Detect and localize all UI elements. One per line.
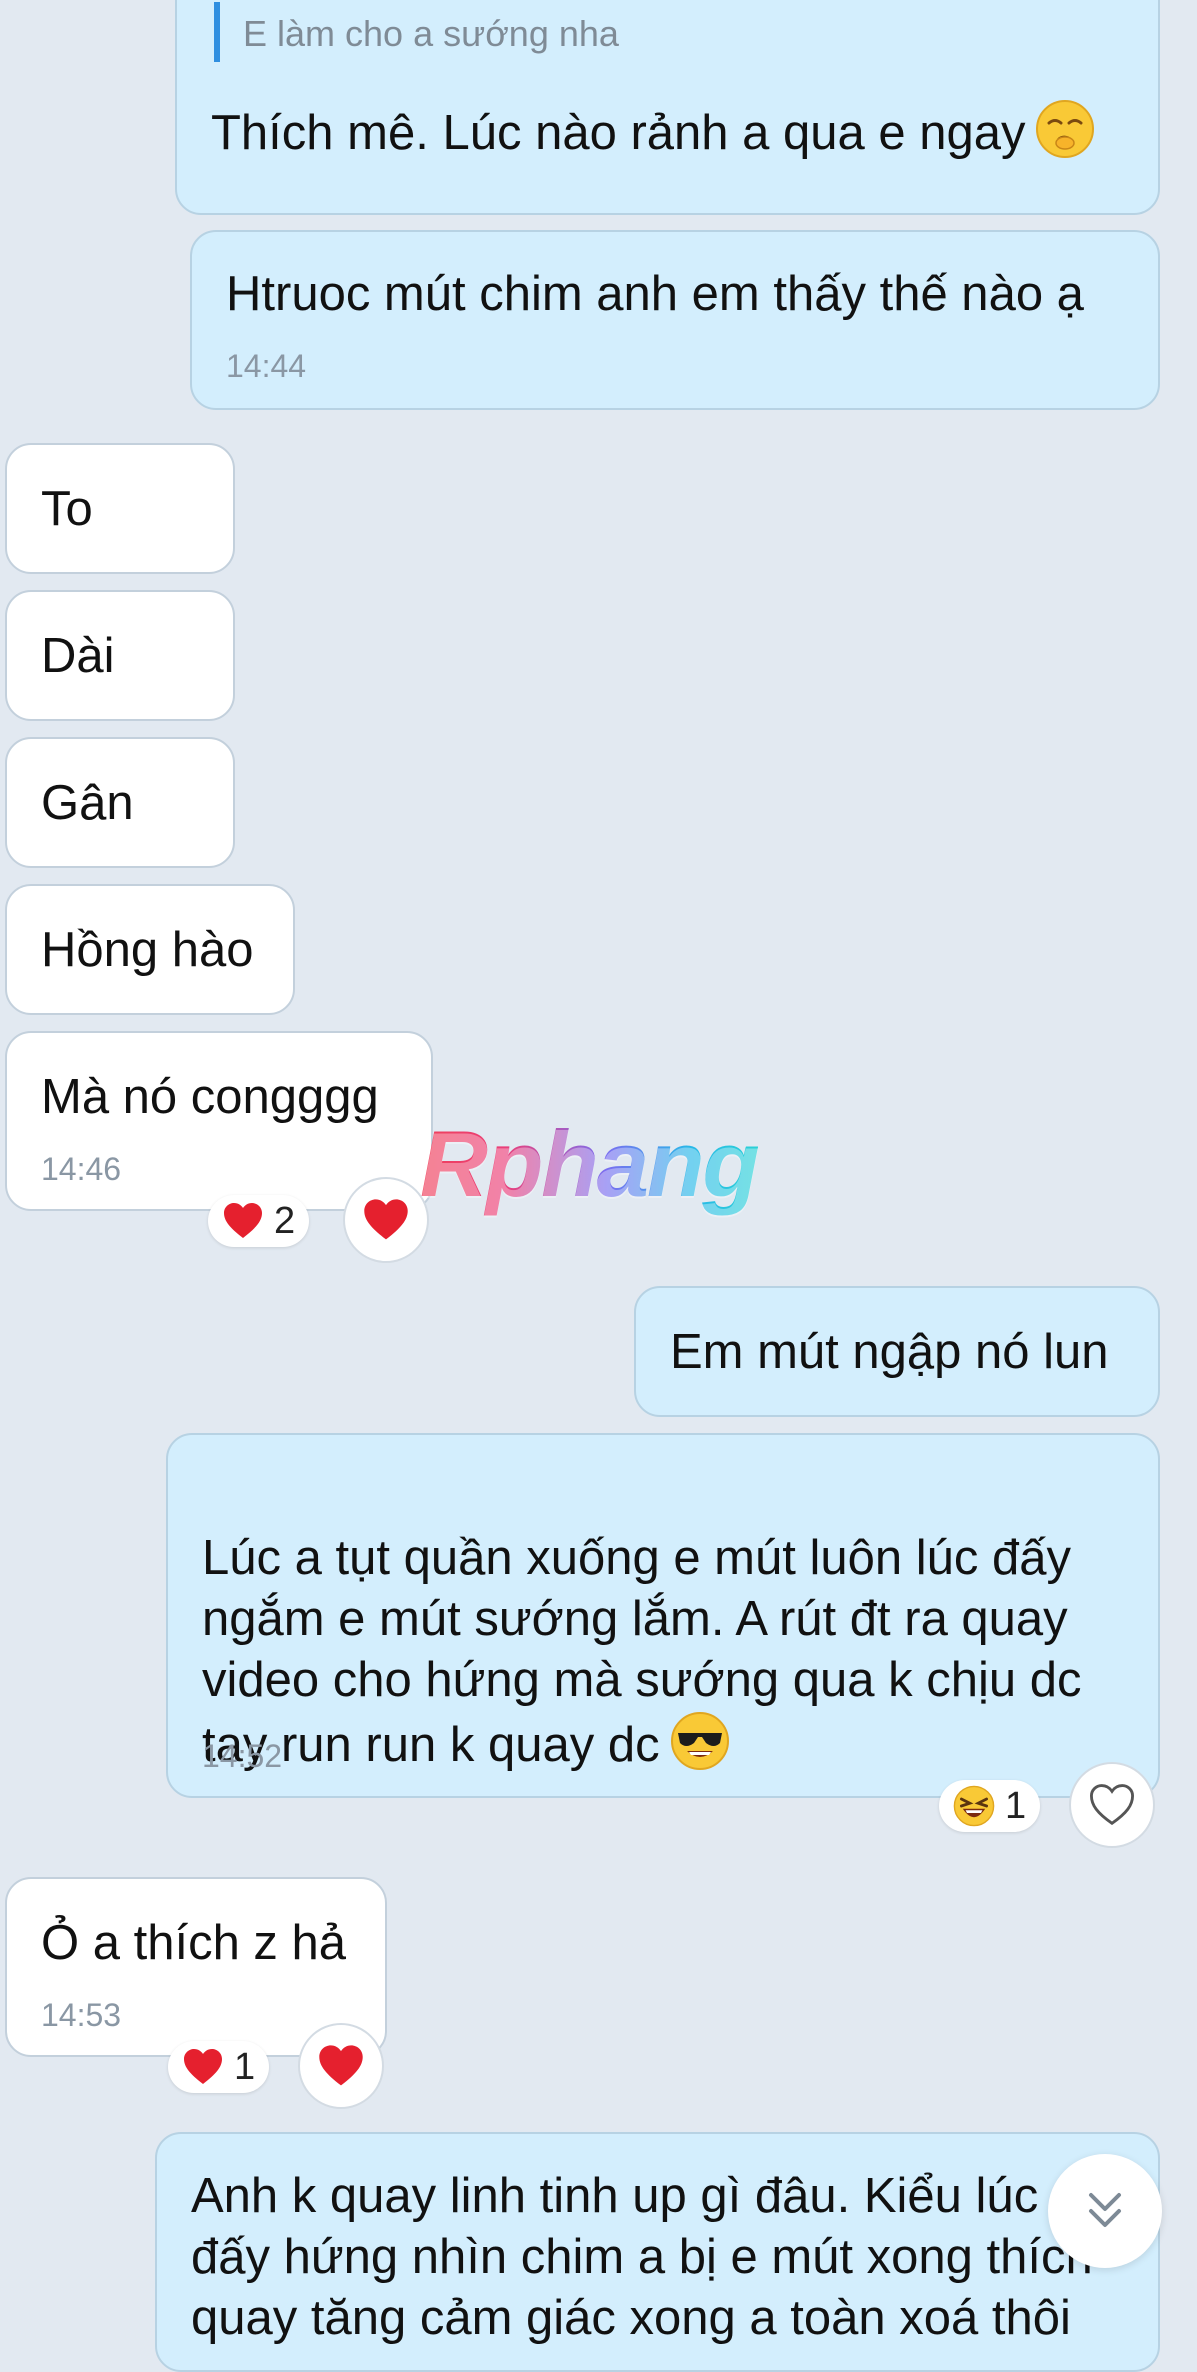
message-text: To (41, 482, 93, 536)
message-text: Htruoc mút chim anh em thấy thế nào ạ (226, 267, 1084, 321)
heart-outline-icon (1089, 1784, 1135, 1826)
message-text-content: Thích mê. Lúc nào rảnh a qua e ngay (211, 106, 1026, 160)
reply-quote-text: E làm cho a sướng nha (243, 13, 619, 54)
message-bubble-outgoing[interactable]: Em mút ngập nó lun (634, 1286, 1160, 1417)
reaction-count: 2 (274, 1199, 296, 1242)
message-text: Hồng hào (41, 923, 254, 977)
message-text: Lúc a tụt quần xuống e mút luôn lúc đấy … (202, 1467, 1128, 1776)
smirking-face-emoji (1036, 100, 1095, 158)
message-text-content: Lúc a tụt quần xuống e mút luôn lúc đấy … (202, 1531, 1082, 1772)
message-text: Dài (41, 629, 115, 683)
double-chevron-down-icon (1089, 2193, 1121, 2227)
message-timestamp: 14:52 (202, 1738, 283, 1774)
message-text: Anh k quay linh tinh up gì đâu. Kiểu lúc… (191, 2169, 1093, 2345)
message-text: Mà nó congggg (41, 1070, 379, 1124)
message-bubble-outgoing[interactable]: Lúc a tụt quần xuống e mút luôn lúc đấy … (166, 1433, 1160, 1798)
reaction-summary[interactable]: 1 (168, 2041, 270, 2093)
scroll-to-bottom-button[interactable] (1048, 2154, 1162, 2268)
reply-quote-bar (214, 2, 220, 62)
reaction-count: 1 (234, 2045, 256, 2088)
message-bubble-outgoing[interactable]: Anh k quay linh tinh up gì đâu. Kiểu lúc… (155, 2132, 1160, 2372)
message-timestamp: 14:46 (41, 1151, 122, 1187)
heart-icon (184, 2049, 222, 2084)
watermark-logo: Rphang (420, 1111, 760, 1216)
message-text: Gân (41, 776, 134, 830)
message-bubble-outgoing[interactable]: Htruoc mút chim anh em thấy thế nào ạ 14… (190, 230, 1160, 410)
message-text: Thích mê. Lúc nào rảnh a qua e ngay (211, 99, 1095, 164)
message-timestamp: 14:53 (41, 1997, 122, 2033)
laughing-face-emoji (953, 1785, 995, 1827)
react-heart-button[interactable] (343, 1177, 429, 1263)
smiling-face-with-sunglasses-emoji (670, 1712, 729, 1770)
reaction-count: 1 (1005, 1784, 1027, 1827)
heart-icon (364, 1199, 408, 1240)
heart-icon (319, 2045, 363, 2086)
reaction-summary[interactable]: 1 (939, 1780, 1041, 1832)
message-text: Em mút ngập nó lun (670, 1325, 1109, 1379)
message-bubble-incoming[interactable]: To (5, 443, 235, 574)
message-text: Ỏ a thích z hả (41, 1916, 347, 1970)
reaction-summary[interactable]: 2 (208, 1195, 310, 1247)
message-bubble-incoming[interactable]: Gân (5, 737, 235, 868)
heart-icon (224, 1203, 262, 1238)
message-bubble-outgoing[interactable]: E làm cho a sướng nha Thích mê. Lúc nào … (175, 0, 1160, 215)
message-bubble-incoming[interactable]: Hồng hào (5, 884, 295, 1015)
react-heart-button[interactable] (1069, 1762, 1155, 1848)
react-heart-button[interactable] (298, 2023, 384, 2109)
message-timestamp: 14:44 (226, 348, 307, 384)
message-bubble-incoming[interactable]: Dài (5, 590, 235, 721)
